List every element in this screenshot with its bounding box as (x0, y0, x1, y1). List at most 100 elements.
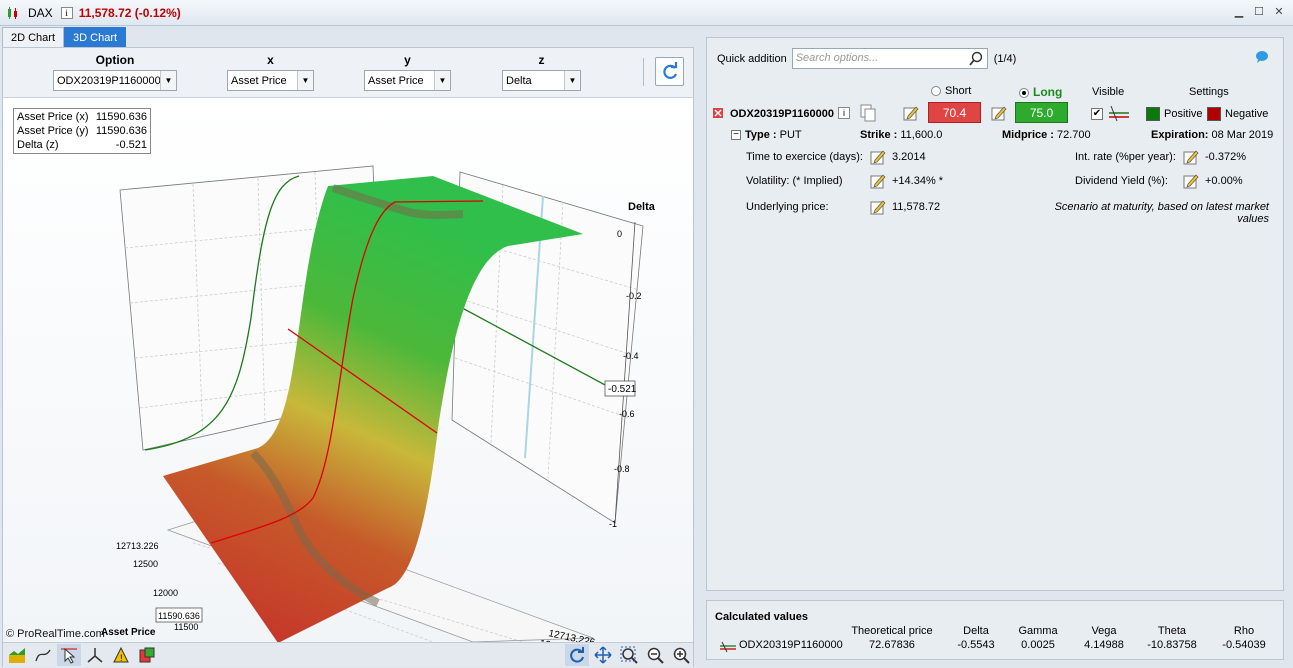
info-icon[interactable]: i (60, 6, 73, 19)
y-label: y (404, 53, 411, 67)
calc-position-name: ODX20319P1160000 (739, 639, 843, 651)
edit-dividend-button[interactable] (1183, 173, 1199, 189)
edit-rate-button[interactable] (1183, 149, 1199, 165)
pan-button[interactable] (591, 644, 615, 666)
long-label: Long (1033, 85, 1063, 99)
pencil-icon (1183, 150, 1199, 165)
instrument-name: DAX (28, 5, 53, 20)
calc-value: 0.0025 (1021, 639, 1055, 651)
y-select[interactable]: Asset Price ▼ (364, 70, 451, 91)
zoom-out-button[interactable] (643, 644, 667, 666)
short-radio[interactable]: Short (931, 85, 971, 97)
search-input[interactable]: Search options... (791, 48, 988, 69)
option-label: Option (95, 53, 135, 67)
z-tick: 0 (617, 229, 622, 239)
surface-plot[interactable]: Delta 0 -0.2 -0.4 -0.6 -0.8 -1 -0.521 12… (3, 98, 693, 642)
move-icon (594, 646, 612, 664)
chevron-down-icon: ▼ (297, 71, 313, 90)
minimize-icon[interactable]: ▁ (1233, 6, 1245, 18)
axes-button[interactable] (83, 644, 107, 666)
refresh-button[interactable] (655, 57, 684, 86)
pencil-icon (1183, 174, 1199, 189)
chart-3d-area[interactable]: Delta 0 -0.2 -0.4 -0.6 -0.8 -1 -0.521 12… (3, 98, 693, 642)
pencil-icon (870, 200, 886, 215)
collapse-toggle[interactable]: − (731, 130, 741, 140)
positive-color-swatch[interactable] (1146, 107, 1160, 121)
edit-underlying-button[interactable] (870, 199, 886, 215)
chevron-down-icon: ▼ (160, 71, 176, 90)
scenario-line: Scenario at maturity, based on latest ma… (1054, 201, 1269, 213)
x-select[interactable]: Asset Price ▼ (227, 70, 314, 91)
zoom-in-button[interactable] (669, 644, 693, 666)
z-control: z Delta ▼ (502, 53, 581, 91)
line-icon (35, 649, 51, 662)
calc-value: -10.83758 (1147, 639, 1197, 651)
z-select[interactable]: Delta ▼ (502, 70, 581, 91)
rate-label: Int. rate (%per year): (1075, 151, 1176, 163)
short-label: Short (945, 85, 972, 97)
maximize-icon[interactable]: ☐ (1253, 6, 1265, 18)
midprice-label: Midprice : (1002, 129, 1054, 141)
tab-2d-chart[interactable]: 2D Chart (2, 27, 65, 47)
calc-header: Gamma (1018, 625, 1058, 637)
edit-vol-button[interactable] (870, 173, 886, 189)
z-select-value: Delta (506, 74, 532, 87)
copyright: © ProRealTime.com (6, 628, 105, 640)
line-style-icon (720, 641, 736, 653)
midprice-value: 72.700 (1057, 129, 1091, 141)
rotate-button[interactable] (565, 644, 589, 666)
underlying-label: Underlying price: (746, 201, 829, 213)
remove-icon[interactable] (713, 108, 723, 118)
copy-icon[interactable] (860, 104, 876, 122)
zoom-area-button[interactable] (617, 644, 641, 666)
close-icon[interactable]: ✕ (1273, 6, 1285, 18)
calc-header: Delta (963, 625, 989, 637)
option-select[interactable]: ODX20319P1160000 ▼ (53, 70, 177, 91)
edit-short-price-button[interactable] (903, 105, 919, 121)
tooltip-value: 11590.636 (95, 111, 147, 123)
negative-color-swatch[interactable] (1207, 107, 1221, 121)
pencil-icon (991, 106, 1007, 121)
instrument-price: 11,578.72 (-0.12%) (78, 5, 181, 20)
line-tool-button[interactable] (31, 644, 55, 666)
tooltip-label: Asset Price (y) (17, 125, 89, 137)
calc-value: 4.14988 (1084, 639, 1124, 651)
alert-button[interactable]: ! (109, 644, 133, 666)
export-button[interactable] (135, 644, 159, 666)
tab-3d-chart[interactable]: 3D Chart (64, 27, 127, 47)
cursor-button[interactable] (57, 644, 81, 666)
strike-value: 11,600.0 (900, 129, 943, 141)
short-price[interactable]: 70.4 (928, 102, 981, 123)
edit-tte-button[interactable] (870, 149, 886, 165)
export-icon (139, 647, 155, 663)
area-chart-icon (9, 648, 25, 663)
calc-header: Theta (1157, 625, 1187, 637)
chat-icon[interactable] (1255, 50, 1269, 64)
cursor-icon (61, 647, 77, 664)
quick-addition: Quick addition Search options... (1/4) (717, 48, 1016, 69)
axis-controls: Option ODX20319P1160000 ▼ x Asset Price ▼ … (3, 48, 693, 98)
vol-value: +14.34% * (892, 175, 944, 187)
z-tick: -1 (609, 519, 617, 529)
long-price[interactable]: 75.0 (1015, 102, 1068, 123)
calculated-values-panel: Calculated values Theoretical price Delt… (706, 600, 1284, 660)
chevron-down-icon: ▼ (434, 71, 450, 90)
visible-checkbox[interactable]: ✔ (1091, 108, 1103, 120)
z-tick: -0.2 (626, 291, 642, 301)
divider (643, 58, 644, 86)
refresh-icon (662, 61, 677, 79)
y-control: y Asset Price ▼ (364, 53, 451, 91)
calc-value: -0.54039 (1222, 639, 1266, 651)
x-select-value: Asset Price (231, 74, 287, 87)
z-label: z (538, 53, 545, 67)
long-radio[interactable]: Long (1019, 85, 1062, 99)
position-name: ODX20319P1160000 (730, 108, 834, 120)
line-style-icon[interactable] (1107, 104, 1131, 122)
calc-value: -0.5543 (957, 639, 995, 651)
info-icon[interactable]: i (838, 107, 850, 119)
warning-icon: ! (113, 646, 129, 663)
chart-type-button[interactable] (5, 644, 29, 666)
y-tick: 12000 (153, 588, 178, 598)
edit-long-price-button[interactable] (991, 105, 1007, 121)
type-label: Type : (745, 129, 777, 141)
